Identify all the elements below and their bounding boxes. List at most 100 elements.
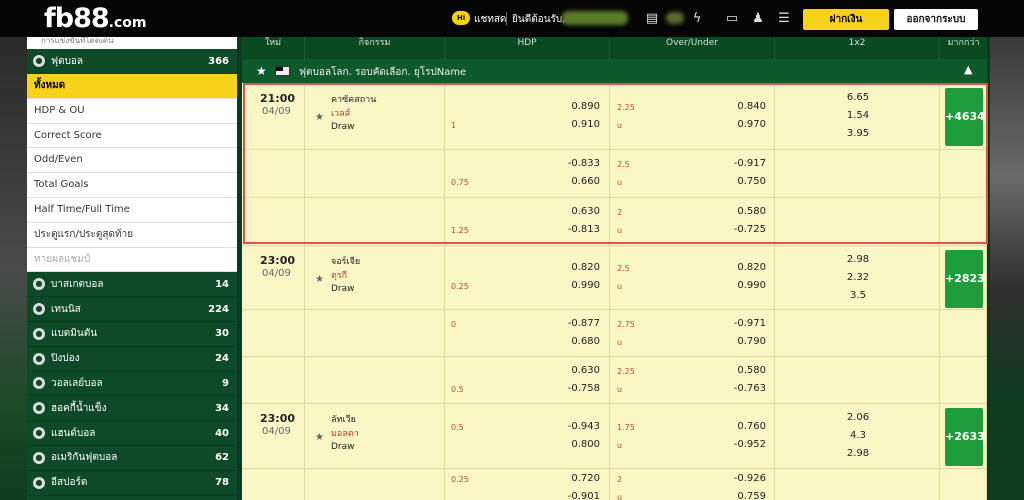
odds-hdp-away[interactable]: -0.758 (556, 383, 600, 394)
sub-item-half-full-time[interactable]: Half Time/Full Time (27, 197, 237, 223)
odds-hdp-away[interactable]: -0.901 (556, 491, 600, 500)
league-header[interactable]: ★ ฟุตบอลโลก. รอบคัดเลือก. ยุโรปName ▲ (242, 59, 987, 83)
odds-under[interactable]: 0.970 (722, 119, 766, 130)
more-markets-button[interactable]: +4634 (945, 88, 985, 146)
team-home[interactable]: ลัทเวีย (331, 412, 356, 426)
odds-under[interactable]: 0.750 (722, 176, 766, 187)
chevron-up-icon[interactable]: ▲ (964, 63, 972, 76)
table-cell (445, 246, 610, 309)
promo-ticket-icon[interactable]: ▭ (721, 10, 743, 27)
table-row: 1.25 0.630 -0.813 2 u 0.580 -0.725 (242, 198, 987, 246)
sidebar-item-handball[interactable]: ● แฮนด์บอล 40 (27, 421, 237, 446)
odds-hdp-home[interactable]: -0.833 (556, 158, 600, 169)
star-icon[interactable]: ★ (315, 112, 324, 123)
sub-item-total-goals[interactable]: Total Goals (27, 173, 237, 198)
odds-1x2-home[interactable]: 2.06 (838, 412, 878, 423)
refresh-icon[interactable]: ϟ (689, 10, 705, 27)
sport-label: เทนนิส (51, 303, 81, 315)
odds-hdp-away[interactable]: 0.680 (556, 336, 600, 347)
table-cell (242, 198, 305, 245)
ou-line: 2.25 (617, 103, 635, 112)
odds-hdp-home[interactable]: -0.943 (556, 421, 600, 432)
odds-1x2-draw[interactable]: 3.5 (838, 290, 878, 301)
odds-hdp-away[interactable]: 0.910 (556, 119, 600, 130)
sidebar-item-volleyball[interactable]: ● วอลเลย์บอล 9 (27, 372, 237, 397)
fb88-logo[interactable]: fb88.com (44, 3, 146, 34)
table-row: 23:00 04/09 ลัทเวีย มอลตา Draw ★ 2.06 4.3 2.98 +2… (242, 404, 987, 469)
odds-1x2-away[interactable]: 4.3 (838, 430, 878, 441)
sidebar-item-american-football[interactable]: ● อเมริกันฟุตบอล 62 (27, 446, 237, 471)
featured-link[interactable]: การแข่งขันที่โดดเด่น (27, 37, 237, 49)
odds-hdp-home[interactable]: 0.820 (556, 262, 600, 273)
odds-1x2-home[interactable]: 6.65 (838, 92, 878, 103)
col-event: กิจกรรม (305, 37, 445, 59)
ou-line: 2 (617, 475, 623, 484)
sub-item-all[interactable]: ทั้งหมด (27, 74, 237, 99)
team-away[interactable]: เวลส์ (331, 106, 350, 120)
team-away[interactable]: มอลตา (331, 426, 359, 440)
star-icon[interactable]: ★ (315, 274, 324, 285)
odds-hdp-home[interactable]: 0.890 (556, 101, 600, 112)
odds-hdp-away[interactable]: 0.660 (556, 176, 600, 187)
odds-hdp-home[interactable]: 0.720 (556, 473, 600, 484)
sub-item-hdp-ou[interactable]: HDP & OU (27, 98, 237, 124)
sub-item-odd-even[interactable]: Odd/Even (27, 148, 237, 174)
sub-item-first-last-goal[interactable]: ประตูแรก/ประตูสุดท้าย (27, 222, 237, 248)
sub-item-correct-score[interactable]: Correct Score (27, 123, 237, 149)
odds-under[interactable]: 0.990 (722, 280, 766, 291)
odds-1x2-draw[interactable]: 2.98 (838, 448, 878, 459)
sidebar-item-esports[interactable]: ● อีสปอร์ต 78 (27, 471, 237, 496)
odds-hdp-home[interactable]: 0.630 (556, 206, 600, 217)
ou-under-label: u (617, 226, 623, 235)
odds-hdp-away[interactable]: 0.800 (556, 439, 600, 450)
list-icon[interactable]: ☰ (776, 10, 792, 27)
odds-over[interactable]: 0.580 (722, 365, 766, 376)
more-markets-button[interactable]: +2823 (945, 250, 985, 308)
odds-under[interactable]: -0.952 (722, 439, 766, 450)
team-home[interactable]: คาซัคสถาน (331, 92, 376, 106)
sub-item-outright[interactable]: ทายผลแชมป์ (27, 247, 237, 273)
sidebar-item-football[interactable]: ● ฟุตบอล 366 (27, 49, 237, 74)
more-markets-button[interactable]: +2633 (945, 408, 985, 466)
odds-1x2-draw[interactable]: 3.95 (838, 128, 878, 139)
card-icon[interactable]: ▤ (644, 10, 660, 27)
football-icon: ● (33, 55, 45, 67)
odds-under[interactable]: 0.759 (722, 491, 766, 500)
star-icon[interactable]: ★ (315, 432, 324, 443)
odds-1x2-home[interactable]: 2.98 (838, 254, 878, 265)
team-home[interactable]: จอร์เจีย (331, 254, 360, 268)
logout-button[interactable]: ออกจากระบบ (894, 9, 978, 30)
odds-under[interactable]: -0.763 (722, 383, 766, 394)
team-away[interactable]: ตุรกี (331, 268, 347, 282)
draw-label: Draw (331, 442, 355, 452)
live-chat-link[interactable]: แชทสด (474, 12, 506, 27)
sidebar-item-tennis[interactable]: ● เทนนิส 224 (27, 297, 237, 322)
odds-over[interactable]: 0.820 (722, 262, 766, 273)
odds-over[interactable]: -0.917 (722, 158, 766, 169)
odds-over[interactable]: 0.580 (722, 206, 766, 217)
odds-under[interactable]: -0.725 (722, 224, 766, 235)
odds-1x2-away[interactable]: 2.32 (838, 272, 878, 283)
user-icon[interactable]: ♟ (750, 10, 766, 27)
table-cell (610, 404, 775, 468)
sidebar-item-table-tennis[interactable]: ● ปิงปอง 24 (27, 347, 237, 372)
sidebar-item-badminton[interactable]: ● แบดมินตัน 30 (27, 322, 237, 347)
hdp-handicap: 0.25 (451, 475, 469, 484)
odds-under[interactable]: 0.790 (722, 336, 766, 347)
table-row: 0 -0.877 0.680 2.75 u -0.971 0.790 (242, 310, 987, 357)
odds-1x2-away[interactable]: 1.54 (838, 110, 878, 121)
odds-hdp-away[interactable]: -0.813 (556, 224, 600, 235)
odds-over[interactable]: -0.926 (722, 473, 766, 484)
odds-hdp-home[interactable]: 0.630 (556, 365, 600, 376)
sidebar-item-ice-hockey[interactable]: ● ฮอคกี้น้ำแข็ง 34 (27, 396, 237, 422)
odds-over[interactable]: -0.971 (722, 318, 766, 329)
odds-over[interactable]: 0.840 (722, 101, 766, 112)
odds-hdp-home[interactable]: -0.877 (556, 318, 600, 329)
odds-over[interactable]: 0.760 (722, 421, 766, 432)
deposit-button[interactable]: ฝากเงิน (803, 9, 889, 30)
table-cell (940, 198, 987, 245)
sidebar-item-basketball[interactable]: ● บาสเกตบอล 14 (27, 272, 237, 298)
chat-bubble-icon[interactable]: Hi (452, 11, 470, 25)
star-icon[interactable]: ★ (256, 64, 267, 78)
odds-hdp-away[interactable]: 0.990 (556, 280, 600, 291)
